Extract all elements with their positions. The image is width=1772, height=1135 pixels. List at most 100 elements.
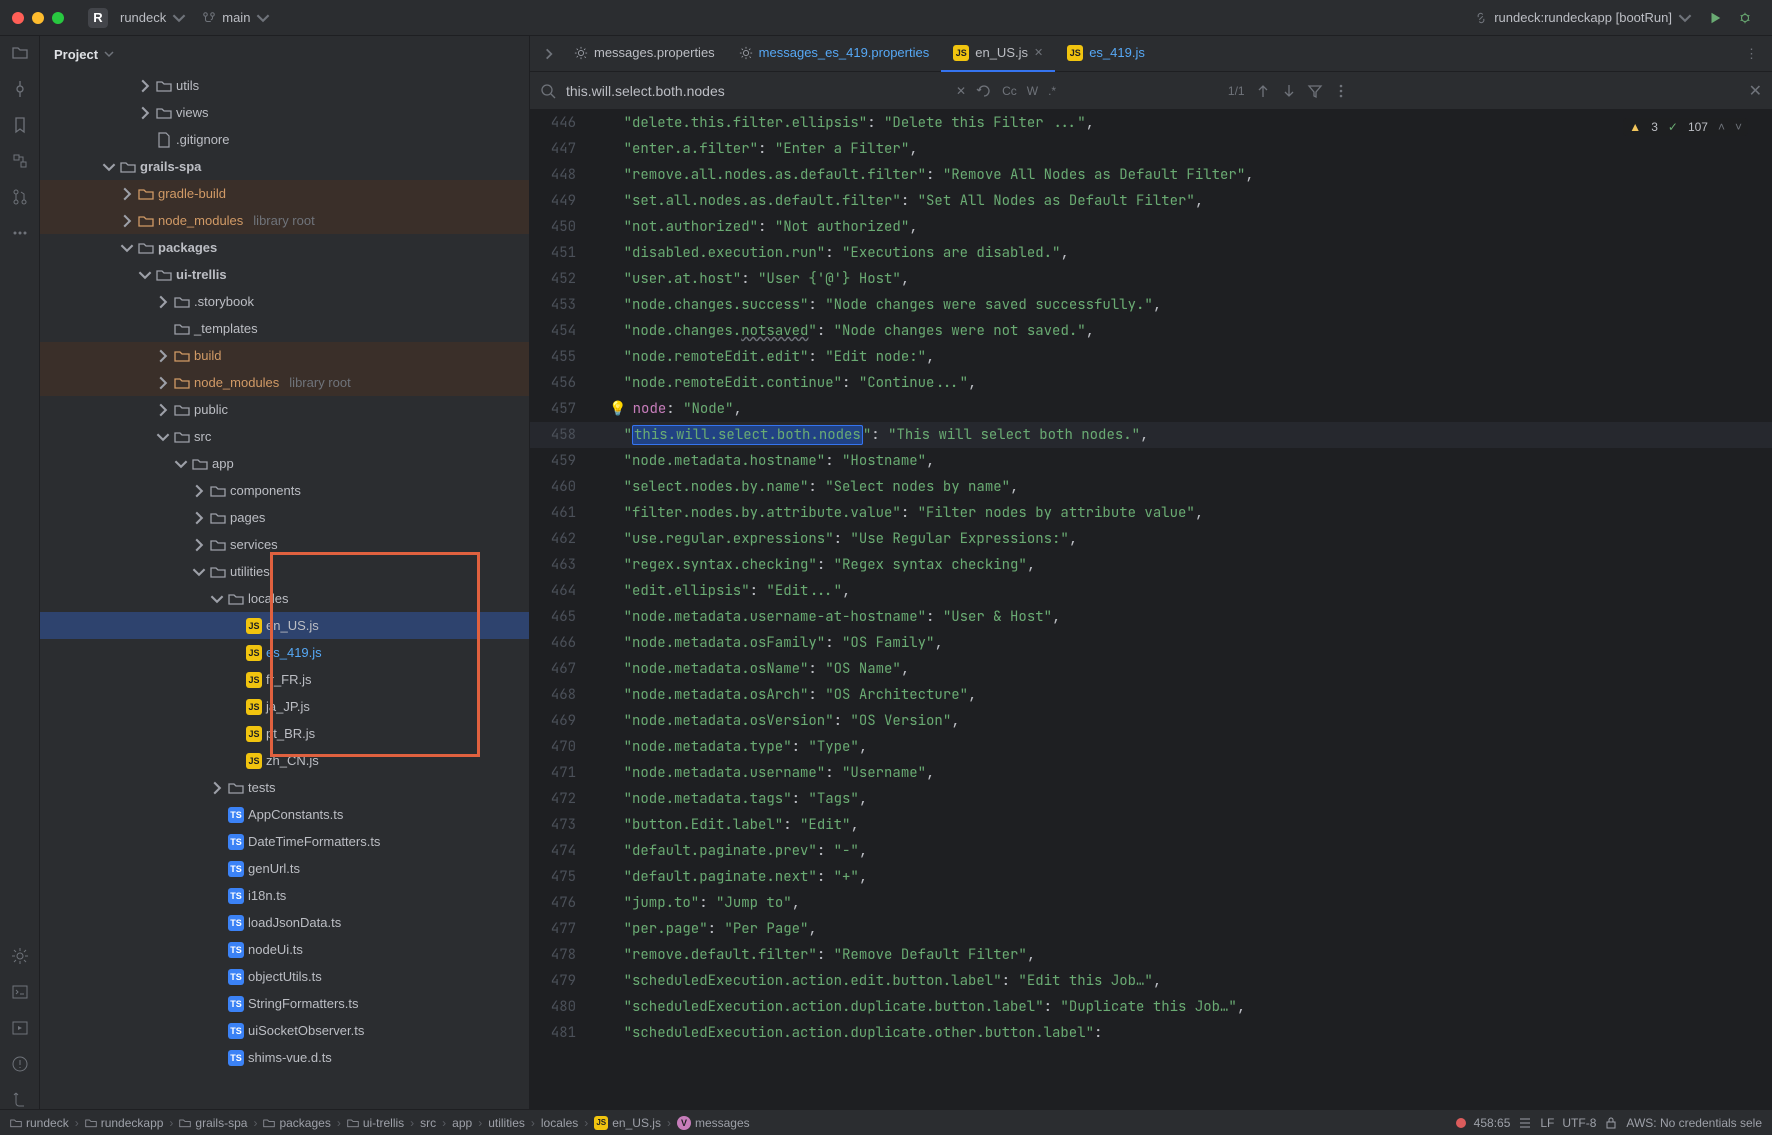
- indent-icon[interactable]: [1518, 1116, 1532, 1130]
- close-tab-icon[interactable]: ✕: [1034, 46, 1043, 59]
- code-line[interactable]: 475 "default.paginate.next": "+",: [530, 864, 1772, 890]
- code-line[interactable]: 459 "node.metadata.hostname": "Hostname"…: [530, 448, 1772, 474]
- tree-row[interactable]: JSja_JP.js: [40, 693, 529, 720]
- tree-row[interactable]: public: [40, 396, 529, 423]
- breadcrumb-item[interactable]: app: [452, 1116, 472, 1130]
- code-line[interactable]: 449 "set.all.nodes.as.default.filter": "…: [530, 188, 1772, 214]
- code-line[interactable]: 446 "delete.this.filter.ellipsis": "Dele…: [530, 110, 1772, 136]
- tree-row[interactable]: app: [40, 450, 529, 477]
- commit-icon[interactable]: [11, 80, 29, 98]
- tree-row[interactable]: TSi18n.ts: [40, 882, 529, 909]
- code-line[interactable]: 454 "node.changes.notsaved": "Node chang…: [530, 318, 1772, 344]
- tree-row[interactable]: utilities: [40, 558, 529, 585]
- tree-row[interactable]: components: [40, 477, 529, 504]
- tree-row[interactable]: JSzh_CN.js: [40, 747, 529, 774]
- lock-icon[interactable]: [1604, 1116, 1618, 1130]
- aws-status[interactable]: AWS: No credentials sele: [1626, 1116, 1762, 1130]
- code-line[interactable]: 452 "user.at.host": "User {'@'} Host",: [530, 266, 1772, 292]
- code-line[interactable]: 465 "node.metadata.username-at-hostname"…: [530, 604, 1772, 630]
- clear-search-button[interactable]: ✕: [956, 84, 966, 98]
- tree-row[interactable]: views: [40, 99, 529, 126]
- tree-row[interactable]: TSshims-vue.d.ts: [40, 1044, 529, 1071]
- code-line[interactable]: 451 "disabled.execution.run": "Execution…: [530, 240, 1772, 266]
- chevron-up-icon[interactable]: ˄: [1718, 120, 1725, 134]
- tree-row[interactable]: node_moduleslibrary root: [40, 369, 529, 396]
- arrow-down-icon[interactable]: [1281, 83, 1297, 99]
- minimize-window-button[interactable]: [32, 12, 44, 24]
- sidebar-header[interactable]: Project: [40, 36, 529, 72]
- code-line[interactable]: 477 "per.page": "Per Page",: [530, 916, 1772, 942]
- tree-row[interactable]: node_moduleslibrary root: [40, 207, 529, 234]
- breadcrumb-item[interactable]: grails-spa: [179, 1116, 247, 1130]
- tree-row[interactable]: packages: [40, 234, 529, 261]
- code-line[interactable]: 478 "remove.default.filter": "Remove Def…: [530, 942, 1772, 968]
- tree-row[interactable]: TSStringFormatters.ts: [40, 990, 529, 1017]
- code-line[interactable]: 455 "node.remoteEdit.edit": "Edit node:"…: [530, 344, 1772, 370]
- tree-row[interactable]: _templates: [40, 315, 529, 342]
- code-line[interactable]: 460 "select.nodes.by.name": "Select node…: [530, 474, 1772, 500]
- tree-row[interactable]: TSobjectUtils.ts: [40, 963, 529, 990]
- whole-word-toggle[interactable]: W: [1027, 84, 1038, 98]
- match-case-toggle[interactable]: Cc: [1002, 84, 1017, 98]
- run-window-icon[interactable]: [11, 1019, 29, 1037]
- code-line[interactable]: 471 "node.metadata.username": "Username"…: [530, 760, 1772, 786]
- tree-row[interactable]: grails-spa: [40, 153, 529, 180]
- more-options-icon[interactable]: [1333, 83, 1349, 99]
- code-line[interactable]: 458 "this.will.select.both.nodes": "This…: [530, 422, 1772, 448]
- line-separator[interactable]: LF: [1540, 1116, 1554, 1130]
- tree-row[interactable]: tests: [40, 774, 529, 801]
- code-line[interactable]: 474 "default.paginate.prev": "-",: [530, 838, 1772, 864]
- arrow-up-icon[interactable]: [1255, 83, 1271, 99]
- history-icon[interactable]: [976, 83, 992, 99]
- find-input[interactable]: [566, 83, 946, 99]
- filter-icon[interactable]: [1307, 83, 1323, 99]
- code-line[interactable]: 467 "node.metadata.osName": "OS Name",: [530, 656, 1772, 682]
- pull-request-icon[interactable]: [11, 188, 29, 206]
- project-selector[interactable]: R rundeck: [80, 4, 194, 32]
- tree-row[interactable]: TSnodeUi.ts: [40, 936, 529, 963]
- cursor-position[interactable]: 458:65: [1474, 1116, 1511, 1130]
- bookmark-icon[interactable]: [11, 116, 29, 134]
- gear-icon[interactable]: [11, 947, 29, 965]
- close-window-button[interactable]: [12, 12, 24, 24]
- code-line[interactable]: 462 "use.regular.expressions": "Use Regu…: [530, 526, 1772, 552]
- breadcrumb-item[interactable]: src: [420, 1116, 436, 1130]
- breadcrumb-item[interactable]: rundeckapp: [85, 1116, 164, 1130]
- tree-row[interactable]: TSDateTimeFormatters.ts: [40, 828, 529, 855]
- code-line[interactable]: 456 "node.remoteEdit.continue": "Continu…: [530, 370, 1772, 396]
- breadcrumb-item[interactable]: locales: [541, 1116, 578, 1130]
- recording-indicator-icon[interactable]: [1456, 1118, 1466, 1128]
- tree-row[interactable]: JSpt_BR.js: [40, 720, 529, 747]
- tree-row[interactable]: gradle-build: [40, 180, 529, 207]
- editor-tab[interactable]: JSes_419.js: [1055, 36, 1157, 72]
- more-icon[interactable]: [11, 224, 29, 242]
- code-line[interactable]: 480 "scheduledExecution.action.duplicate…: [530, 994, 1772, 1020]
- code-line[interactable]: 470 "node.metadata.type": "Type",: [530, 734, 1772, 760]
- tree-row[interactable]: pages: [40, 504, 529, 531]
- problems-badge[interactable]: ▲ 3 ✓ 107 ˄ ˅: [1623, 118, 1748, 136]
- tab-history-back[interactable]: [536, 47, 562, 61]
- breadcrumb-item[interactable]: rundeck: [10, 1116, 69, 1130]
- code-line[interactable]: 464 "edit.ellipsis": "Edit...",: [530, 578, 1772, 604]
- tree-row[interactable]: JSfr_FR.js: [40, 666, 529, 693]
- breadcrumb-item[interactable]: utilities: [488, 1116, 525, 1130]
- tree-row[interactable]: ui-trellis: [40, 261, 529, 288]
- vcs-icon[interactable]: [11, 1091, 29, 1109]
- code-line[interactable]: 453 "node.changes.success": "Node change…: [530, 292, 1772, 318]
- code-line[interactable]: 457 💡node: "Node",: [530, 396, 1772, 422]
- maximize-window-button[interactable]: [52, 12, 64, 24]
- structure-icon[interactable]: [11, 152, 29, 170]
- tree-row[interactable]: .storybook: [40, 288, 529, 315]
- tree-row[interactable]: JSes_419.js: [40, 639, 529, 666]
- code-line[interactable]: 448 "remove.all.nodes.as.default.filter"…: [530, 162, 1772, 188]
- code-line[interactable]: 476 "jump.to": "Jump to",: [530, 890, 1772, 916]
- editor-tab[interactable]: messages.properties: [562, 36, 727, 72]
- branch-selector[interactable]: main: [194, 6, 278, 29]
- tree-row[interactable]: services: [40, 531, 529, 558]
- tree-row[interactable]: src: [40, 423, 529, 450]
- folder-icon[interactable]: [11, 44, 29, 62]
- breadcrumb-item[interactable]: JSen_US.js: [594, 1116, 661, 1130]
- editor-tab[interactable]: messages_es_419.properties: [727, 36, 942, 72]
- run-button[interactable]: [1700, 7, 1730, 29]
- code-line[interactable]: 466 "node.metadata.osFamily": "OS Family…: [530, 630, 1772, 656]
